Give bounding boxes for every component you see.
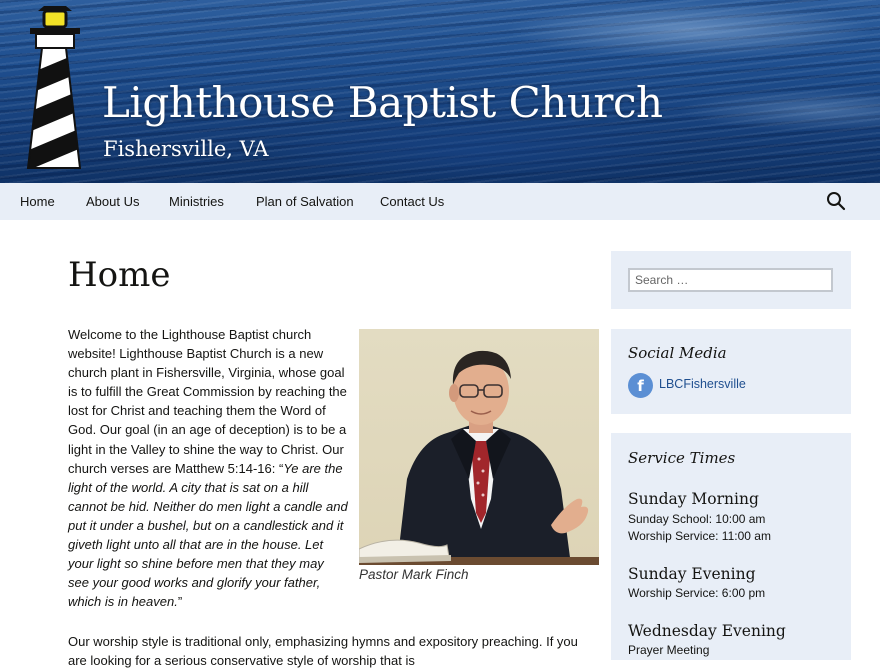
nav-contact-us[interactable]: Contact Us — [380, 183, 444, 220]
site-subtitle: Fishersville, VA — [103, 137, 269, 161]
prayer-meeting-line: Prayer Meeting — [628, 643, 710, 657]
intro-text: Welcome to the Lighthouse Baptist church… — [68, 327, 347, 476]
service-times-widget: Service Times Sunday Morning Sunday Scho… — [611, 433, 851, 660]
nav-home[interactable]: Home — [20, 183, 55, 220]
site-header: Lighthouse Baptist Church Fishersville, … — [0, 0, 880, 183]
search-widget — [611, 251, 851, 309]
social-media-widget: Social Media f LBCFishersville — [611, 329, 851, 414]
intro-paragraph: Welcome to the Lighthouse Baptist church… — [68, 325, 348, 611]
wednesday-evening-heading: Wednesday Evening — [628, 622, 786, 640]
facebook-icon[interactable]: f — [628, 373, 653, 398]
nav-plan-of-salvation[interactable]: Plan of Salvation — [256, 183, 354, 220]
service-times-title: Service Times — [628, 449, 736, 467]
worship-paragraph: Our worship style is traditional only, e… — [68, 634, 578, 668]
sunday-evening-worship-time: Worship Service: 6:00 pm — [628, 586, 766, 600]
sunday-school-time: Sunday School: 10:00 am — [628, 512, 766, 526]
search-input[interactable] — [628, 268, 833, 292]
sunday-evening-heading: Sunday Evening — [628, 565, 756, 583]
site-title[interactable]: Lighthouse Baptist Church — [102, 78, 663, 127]
search-icon[interactable] — [826, 191, 846, 211]
facebook-link[interactable]: LBCFishersville — [659, 377, 746, 391]
social-media-title: Social Media — [628, 344, 727, 362]
nav-about-us[interactable]: About Us — [86, 183, 139, 220]
main-navigation: Home About Us Ministries Plan of Salvati… — [0, 183, 880, 220]
sunday-morning-heading: Sunday Morning — [628, 490, 759, 508]
page-title: Home — [68, 255, 171, 295]
intro-end: ” — [177, 594, 183, 610]
lighthouse-logo — [26, 6, 82, 169]
pastor-photo — [359, 329, 599, 565]
sunday-worship-time: Worship Service: 11:00 am — [628, 529, 771, 543]
nav-ministries[interactable]: Ministries — [169, 183, 224, 220]
photo-caption: Pastor Mark Finch — [359, 567, 469, 582]
scripture-quote: Ye are the light of the world. A city th… — [68, 460, 348, 610]
